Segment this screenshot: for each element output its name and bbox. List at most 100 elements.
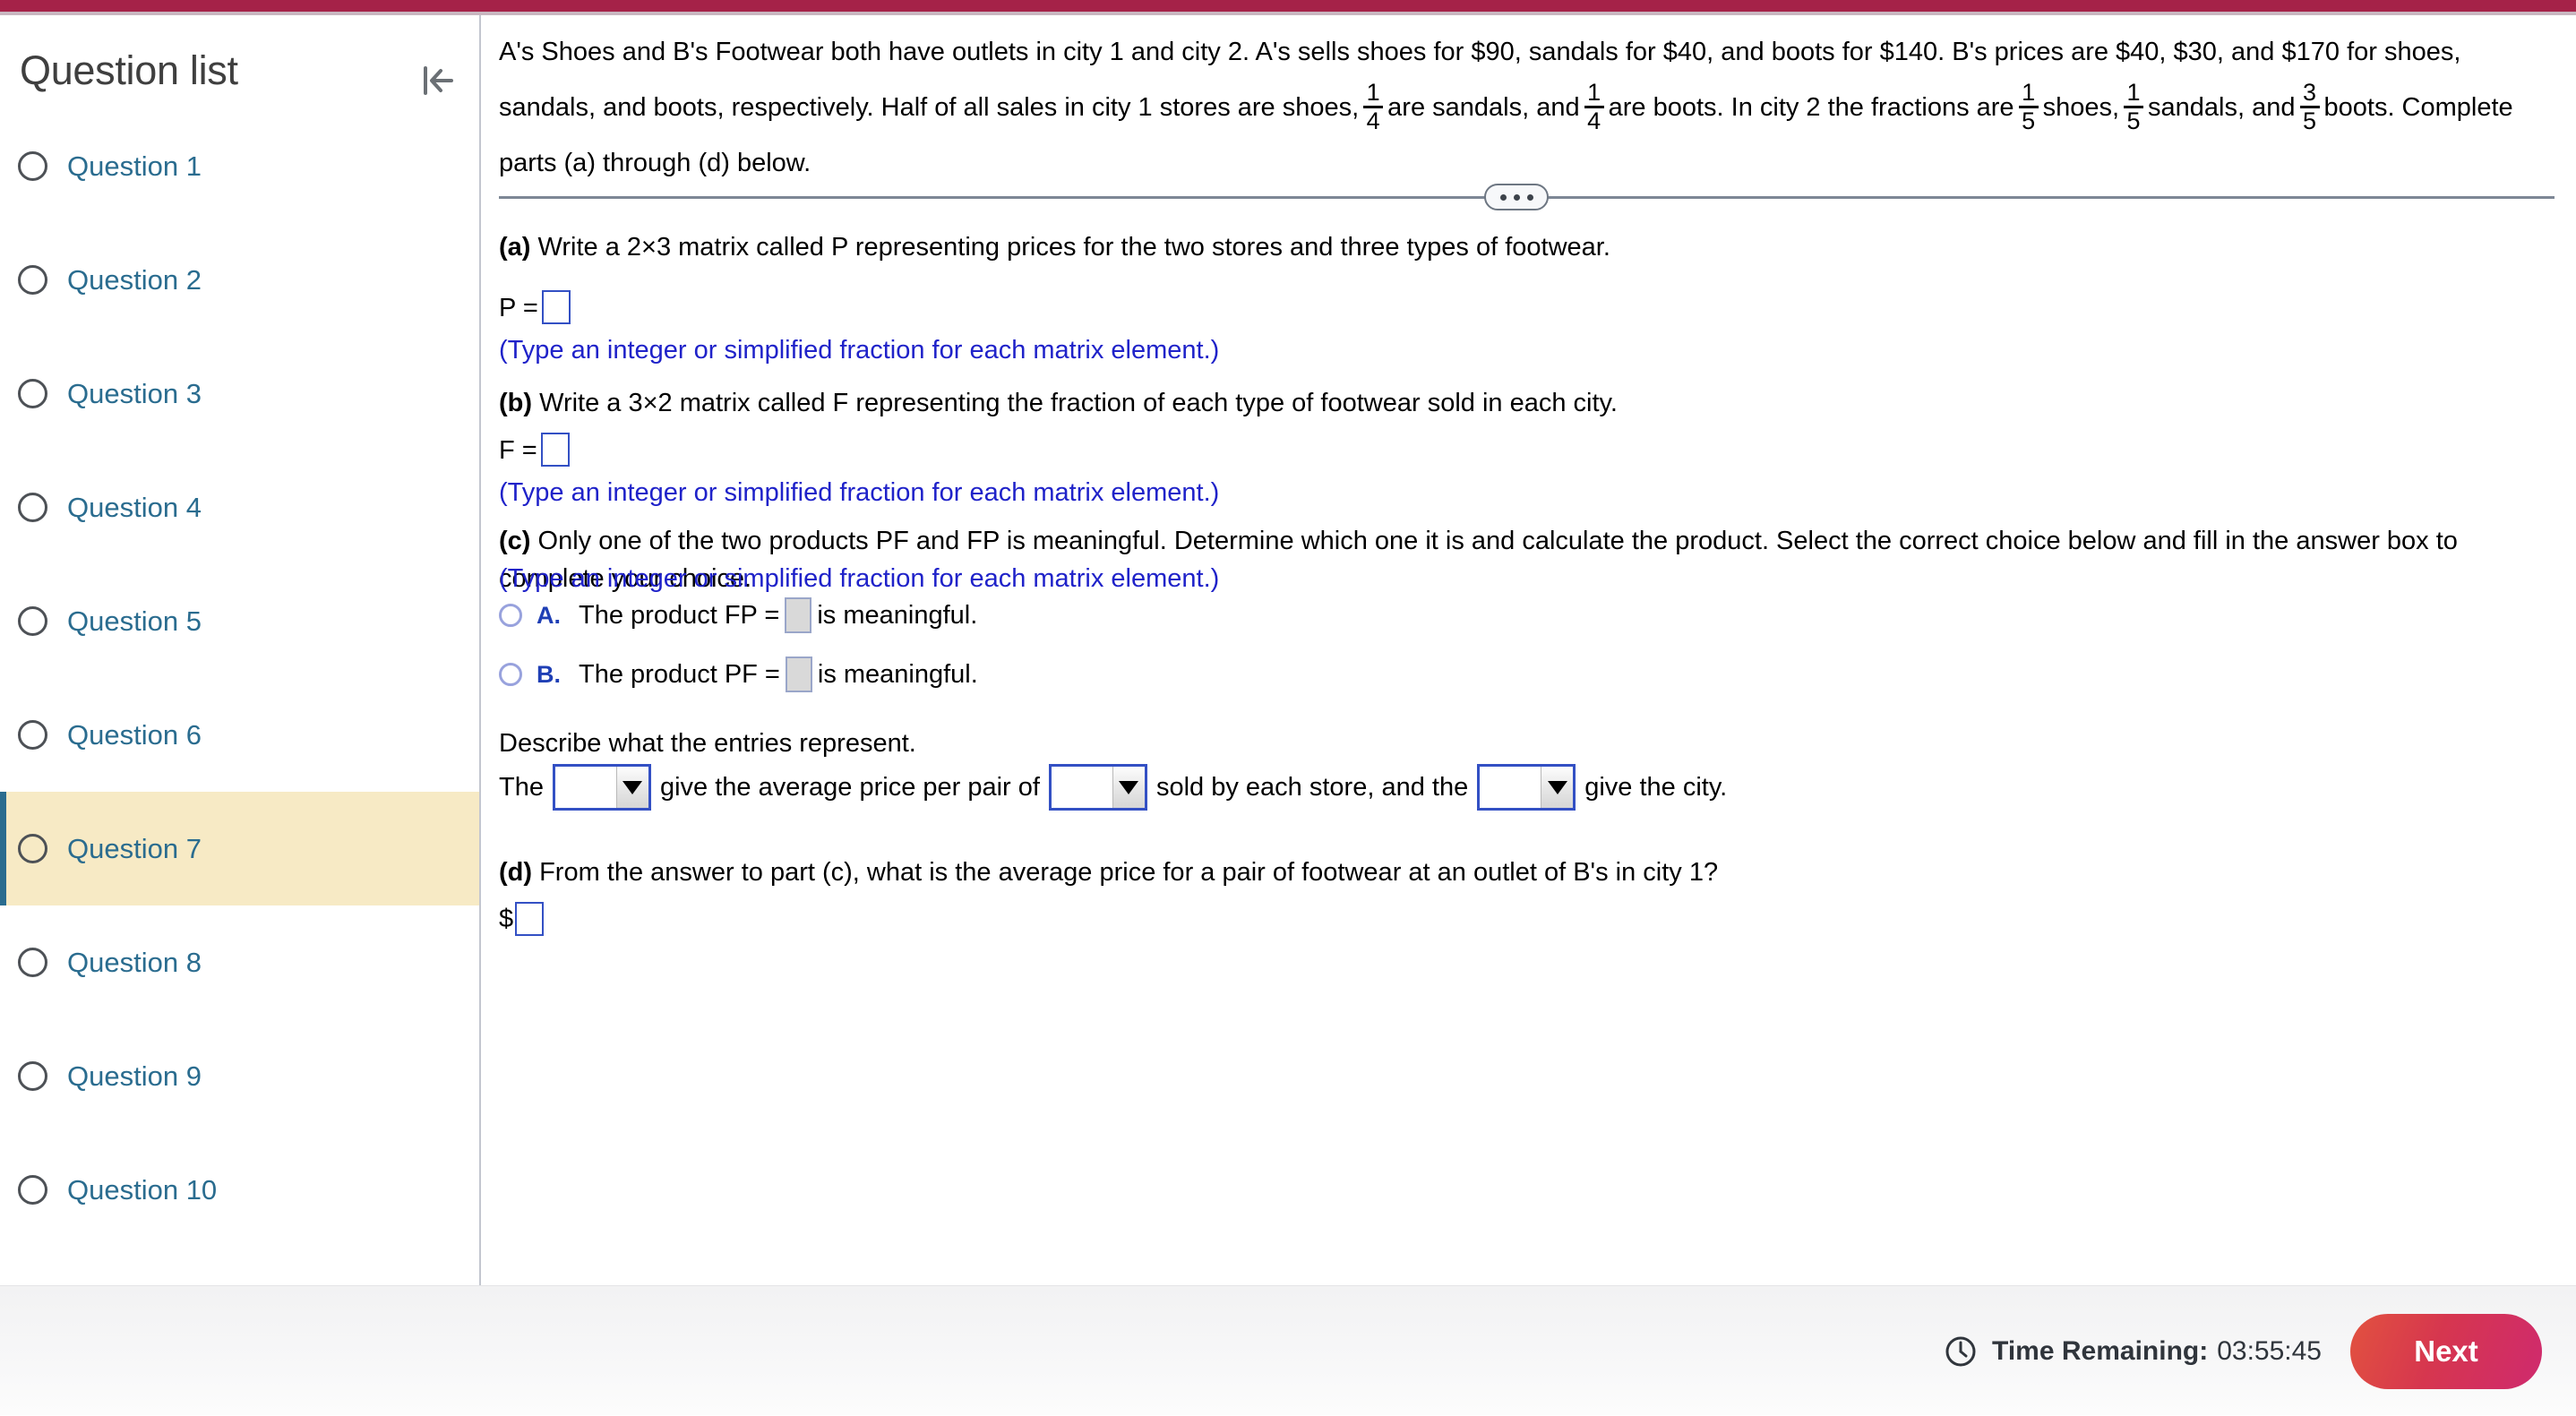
fraction-one-fourth-a: 14 <box>1363 80 1384 133</box>
choice-a-text-after: is meaningful. <box>817 600 978 630</box>
exam-footer: Time Remaining: 03:55:45 Next <box>0 1285 2576 1415</box>
sidebar-item-question-8[interactable]: Question 8 <box>0 905 480 1019</box>
matrix-f-label: F = <box>499 436 537 465</box>
question-status-circle-icon <box>18 151 47 181</box>
sentence-fragment-1: The <box>499 772 544 802</box>
choice-b-letter: B. <box>537 660 561 688</box>
time-remaining-label: Time Remaining: <box>1992 1335 2209 1366</box>
chevron-down-icon <box>615 767 648 808</box>
part-d-input[interactable] <box>515 902 545 936</box>
collapse-left-icon[interactable] <box>412 56 462 106</box>
sidebar-item-label: Question 4 <box>67 491 202 523</box>
choice-b-text-after: is meaningful. <box>817 659 978 689</box>
sidebar-item-question-5[interactable]: Question 5 <box>0 564 480 678</box>
sidebar-item-label: Question 7 <box>67 832 202 864</box>
choice-a-letter: A. <box>537 601 561 629</box>
part-b-answer-row: F = <box>499 432 2555 469</box>
part-c-marker: (c) <box>499 527 531 555</box>
sidebar-item-question-2[interactable]: Question 2 <box>0 223 480 337</box>
question-status-circle-icon <box>18 606 47 636</box>
page-title: Question list <box>20 47 238 93</box>
sidebar-header: Question list <box>0 15 480 109</box>
sidebar-item-question-4[interactable]: Question 4 <box>0 451 480 564</box>
sidebar-item-label: Question 10 <box>67 1173 218 1206</box>
part-d-prompt: (d) From the answer to part (c), what is… <box>499 854 2555 891</box>
matrix-p-label: P = <box>499 294 538 322</box>
sidebar-item-question-7[interactable]: Question 7 <box>0 792 480 905</box>
question-status-circle-icon <box>18 1175 47 1205</box>
sidebar-item-label: Question 3 <box>67 377 202 409</box>
entries-dropdown-2[interactable] <box>1048 764 1147 811</box>
part-d-marker: (d) <box>499 858 533 887</box>
sentence-fragment-3: sold by each store, and the <box>1155 772 1469 802</box>
describe-prompt: Describe what the entries represent. <box>499 729 916 758</box>
clock-icon <box>1944 1334 1978 1369</box>
sidebar-item-label: Question 8 <box>67 946 202 978</box>
time-remaining-value: 03:55:45 <box>2217 1335 2322 1366</box>
stem-paragraph-2e: sandals, and <box>2148 93 2296 122</box>
choice-b-radio[interactable] <box>499 663 522 686</box>
sidebar-item-question-10[interactable]: Question 10 <box>0 1133 480 1247</box>
question-status-circle-icon <box>18 265 47 295</box>
sidebar-item-label: Question 6 <box>67 718 202 751</box>
stem-paragraph-2c: are boots. In city 2 the fractions are <box>1608 93 2014 122</box>
chevron-down-icon <box>1541 767 1574 808</box>
question-list: Question 1 Question 2 Question 3 Question 4… <box>0 109 480 1247</box>
choice-b-row[interactable]: B. The product PF = is meaningful. <box>499 657 2555 692</box>
app-container: Question list Question 1 Question 2 Questi… <box>0 15 2576 1415</box>
next-button[interactable]: Next <box>2350 1313 2542 1389</box>
part-b-marker: (b) <box>499 389 533 417</box>
part-a-answer-row: P = <box>499 289 2555 327</box>
part-d-answer-row: $ <box>499 902 545 936</box>
part-a-marker: (a) <box>499 233 531 262</box>
more-options-icon[interactable] <box>1484 184 1549 210</box>
entries-dropdown-1[interactable] <box>552 764 651 811</box>
sidebar-item-label: Question 2 <box>67 263 202 296</box>
sidebar-item-label: Question 9 <box>67 1060 202 1092</box>
fraction-three-fifths: 35 <box>2299 80 2320 133</box>
choice-b-input[interactable] <box>785 657 812 692</box>
sidebar-item-question-1[interactable]: Question 1 <box>0 109 480 223</box>
chevron-down-icon <box>1112 767 1145 808</box>
sidebar-item-question-3[interactable]: Question 3 <box>0 337 480 451</box>
choice-a-text-before: The product FP = <box>579 600 780 630</box>
question-content: A's Shoes and B's Footwear both have out… <box>481 15 2576 1285</box>
fraction-one-fifth-a: 15 <box>2018 80 2039 133</box>
choice-b-text-before: The product PF = <box>579 659 780 689</box>
part-a-text: Write a 2×3 matrix called P representing… <box>537 233 1610 262</box>
choice-a-radio[interactable] <box>499 604 522 627</box>
currency-symbol: $ <box>499 904 514 933</box>
sentence-fragment-4: give the city. <box>1584 772 1728 802</box>
entries-dropdown-3[interactable] <box>1477 764 1576 811</box>
part-b-text: Write a 3×2 matrix called F representing… <box>539 389 1618 417</box>
stem-paragraph-2d: shoes, <box>2042 93 2120 122</box>
choice-a-row[interactable]: A. The product FP = is meaningful. <box>499 597 2555 633</box>
sentence-fragment-2: give the average price per pair of <box>659 772 1040 802</box>
brand-accent-bar <box>0 0 2576 12</box>
matrix-f-input[interactable] <box>540 433 570 467</box>
part-b-prompt: (b) Write a 3×2 matrix called F represen… <box>499 384 2555 422</box>
part-b-hint: (Type an integer or simplified fraction … <box>499 478 1220 507</box>
sidebar-item-label: Question 5 <box>67 605 202 637</box>
stem-paragraph-2a: respectively. Half of all sales in city … <box>731 93 1360 122</box>
part-a-prompt: (a) Write a 2×3 matrix called P represen… <box>499 228 2555 266</box>
choice-a-input[interactable] <box>785 597 812 633</box>
question-status-circle-icon <box>18 1061 47 1091</box>
question-status-circle-icon <box>18 948 47 977</box>
part-a-hint: (Type an integer or simplified fraction … <box>499 336 1220 365</box>
describe-sentence-row: The give the average price per pair of s… <box>499 764 2555 811</box>
fraction-one-fifth-b: 15 <box>2124 80 2144 133</box>
question-stem: A's Shoes and B's Footwear both have out… <box>499 24 2555 191</box>
question-status-circle-icon <box>18 720 47 750</box>
part-c-hint: (Type an integer or simplified fraction … <box>499 564 1220 593</box>
matrix-p-input[interactable] <box>541 290 571 324</box>
sidebar-item-label: Question 1 <box>67 150 202 182</box>
stem-paragraph-2b: are sandals, and <box>1387 93 1580 122</box>
fraction-one-fourth-b: 14 <box>1584 80 1604 133</box>
question-status-circle-icon <box>18 379 47 408</box>
section-divider <box>499 184 2555 210</box>
question-status-circle-icon <box>18 834 47 863</box>
sidebar-item-question-9[interactable]: Question 9 <box>0 1019 480 1133</box>
sidebar-item-question-6[interactable]: Question 6 <box>0 678 480 792</box>
question-list-sidebar: Question list Question 1 Question 2 Questi… <box>0 15 480 1285</box>
